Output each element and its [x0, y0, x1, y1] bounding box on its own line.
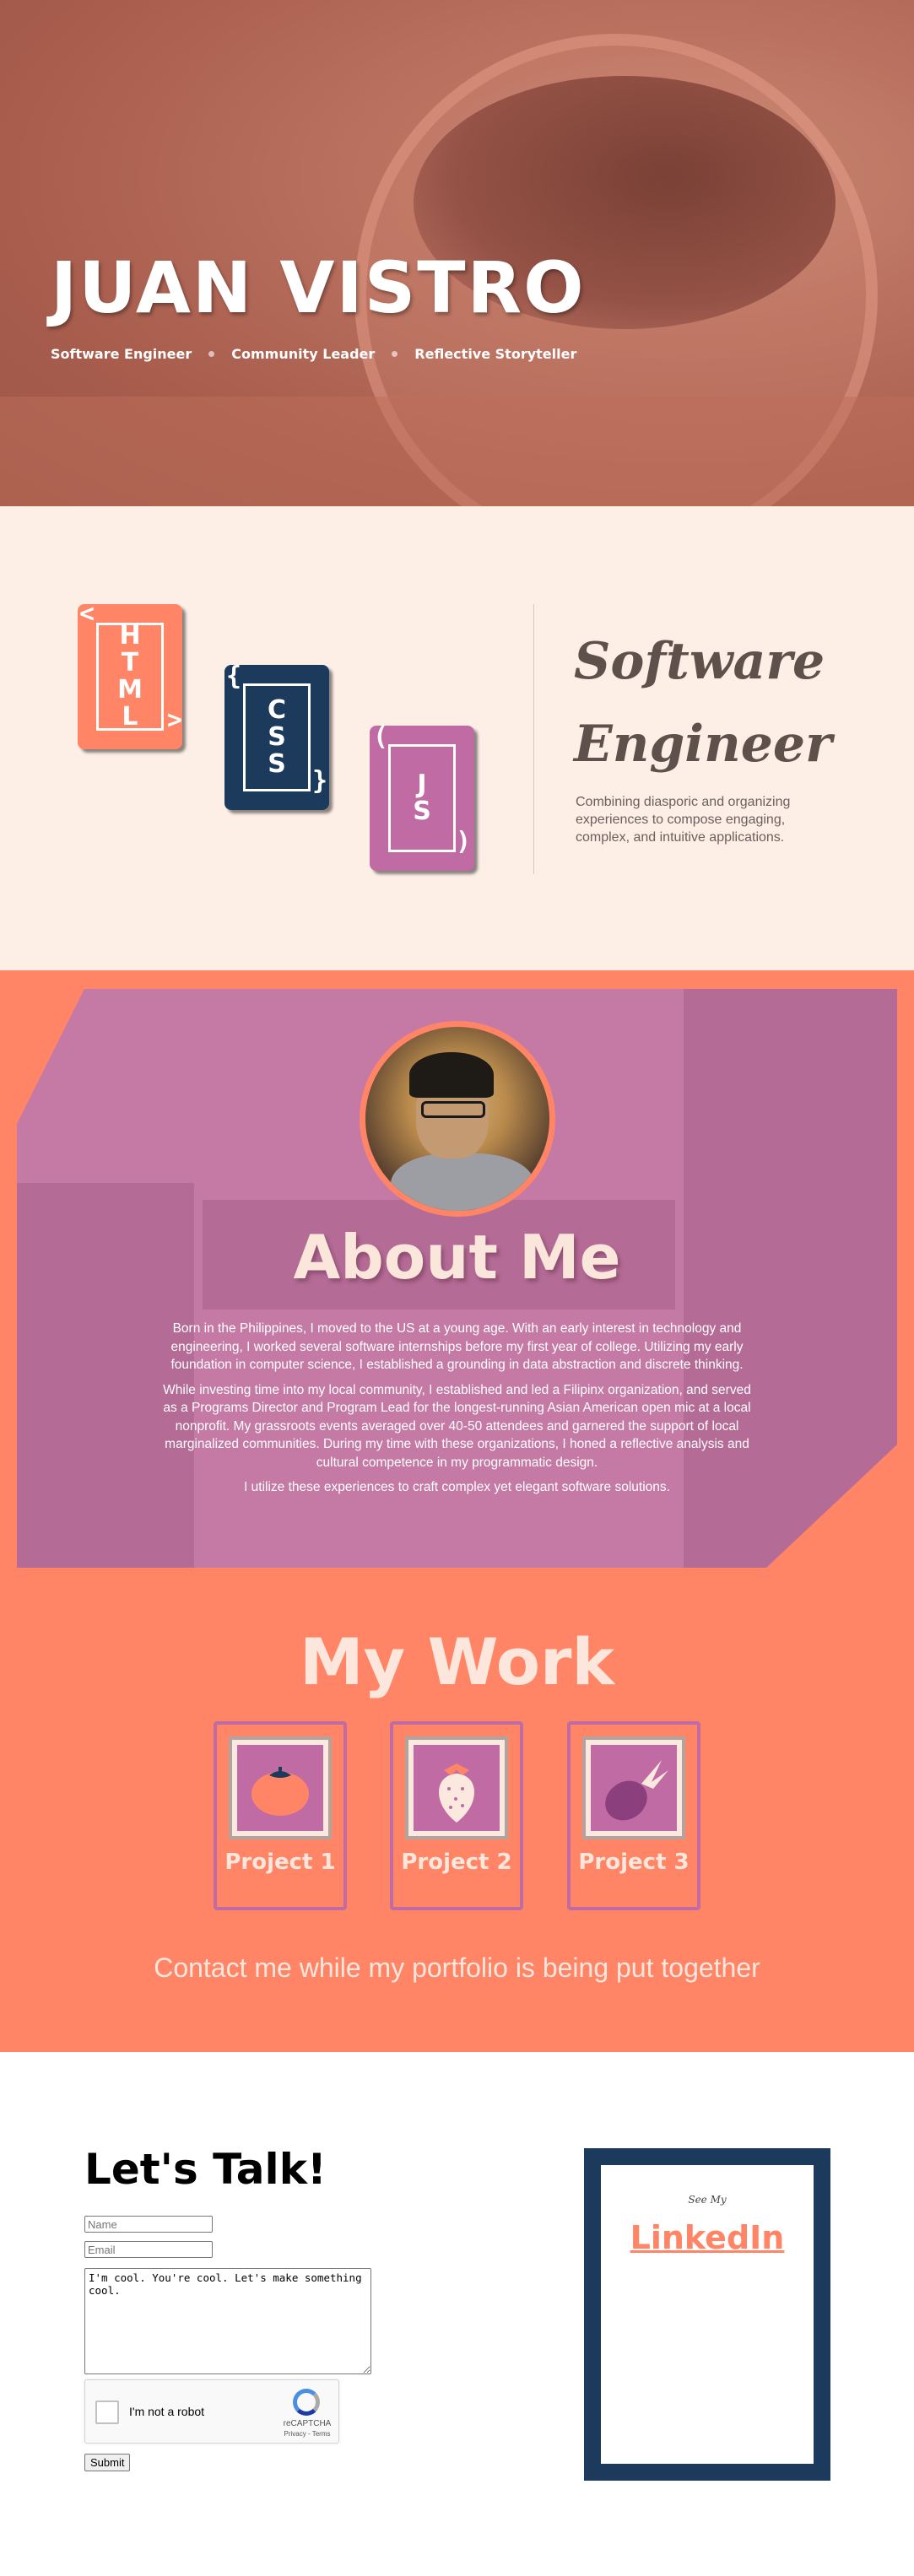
paren-open-icon: (: [373, 722, 389, 752]
project-card-2[interactable]: Project 2: [390, 1721, 523, 1910]
name-input[interactable]: [84, 2216, 213, 2233]
linkedin-frame: See My LinkedIn: [584, 2148, 830, 2481]
angle-open-icon: <: [79, 599, 95, 629]
bullet-dot-icon: [208, 351, 215, 357]
about-title: About Me: [293, 1222, 621, 1293]
skills-title: Software Engineer: [574, 632, 832, 774]
recaptcha-checkbox[interactable]: [95, 2400, 119, 2424]
recaptcha-logo-icon: [293, 2389, 320, 2416]
role-reflective-storyteller: Reflective Storyteller: [414, 346, 577, 362]
paren-close-icon: ): [455, 827, 471, 856]
hero-background-table: [0, 397, 914, 506]
card-frame: C S S: [243, 683, 311, 791]
skills-divider: [533, 604, 534, 874]
role-software-engineer: Software Engineer: [51, 346, 192, 362]
recaptcha-brand: reCAPTCHA: [283, 2419, 332, 2428]
role-community-leader: Community Leader: [231, 346, 376, 362]
linkedin-paper: See My LinkedIn: [601, 2165, 814, 2464]
recaptcha-label: I'm not a robot: [129, 2405, 205, 2418]
strawberry-icon: [438, 1763, 475, 1823]
recaptcha-widget: I'm not a robot reCAPTCHA Privacy - Term…: [84, 2379, 339, 2444]
card-letters: C S S: [267, 695, 287, 779]
project-image: [237, 1745, 323, 1831]
recaptcha-terms-link[interactable]: Privacy - Terms: [279, 2430, 335, 2438]
about-text: Born in the Philippines, I moved to the …: [160, 1320, 754, 1504]
project-image-frame: [582, 1736, 685, 1839]
about-paragraph: While investing time into my local commu…: [163, 1382, 751, 1470]
project-image-frame: [229, 1736, 332, 1839]
css-card: { C S S }: [224, 662, 329, 810]
about-paragraph: I utilize these experiences to craft com…: [244, 1480, 670, 1494]
card-frame: J S: [388, 744, 456, 852]
project-label: Project 2: [401, 1850, 512, 1875]
see-my-label: See My: [688, 2194, 727, 2206]
avatar: [360, 1021, 555, 1217]
brace-close-icon: }: [311, 766, 327, 796]
bullet-dot-icon: [392, 351, 398, 357]
project-image: [414, 1745, 500, 1831]
linkedin-link[interactable]: LinkedIn: [601, 2219, 814, 2256]
card-frame: H T M L: [96, 623, 164, 731]
contact-message: Contact me while my portfolio is being p…: [154, 1952, 760, 1983]
project-image-frame: [405, 1736, 508, 1839]
message-textarea[interactable]: I'm cool. You're cool. Let's make someth…: [84, 2268, 371, 2374]
avatar-hair: [409, 1052, 494, 1098]
email-input[interactable]: [84, 2241, 213, 2258]
skills-section: < H T M L > { C S S } ( J S ) Software E…: [0, 506, 914, 970]
brace-open-icon: {: [226, 662, 242, 691]
angle-close-icon: >: [166, 705, 182, 735]
html-card: < H T M L >: [78, 599, 182, 749]
project-label: Project 1: [224, 1850, 336, 1875]
tomato-icon: [251, 1767, 309, 1816]
work-title: My Work: [300, 1624, 614, 1699]
submit-button[interactable]: Submit: [84, 2454, 131, 2471]
hero-section: JUAN VISTRO Software Engineer Community …: [0, 0, 914, 506]
project-image: [591, 1745, 677, 1831]
avatar-glasses: [421, 1101, 485, 1118]
project-label: Project 3: [578, 1850, 690, 1875]
project-card-1[interactable]: Project 1: [214, 1721, 347, 1910]
pineapple-icon: [605, 1760, 668, 1821]
hero-roles: Software Engineer Community Leader Refle…: [51, 346, 576, 362]
card-letters: H T M L: [117, 621, 143, 732]
avatar-shirt: [391, 1153, 534, 1211]
about-paragraph: Born in the Philippines, I moved to the …: [170, 1321, 744, 1372]
skills-description: Combining diasporic and organizing exper…: [576, 795, 791, 845]
js-card: ( J S ): [370, 722, 474, 871]
talk-title: Let's Talk!: [84, 2145, 327, 2194]
card-letters: J S: [413, 770, 431, 826]
hero-name: JUAN VISTRO: [51, 246, 586, 329]
project-card-3[interactable]: Project 3: [567, 1721, 700, 1910]
